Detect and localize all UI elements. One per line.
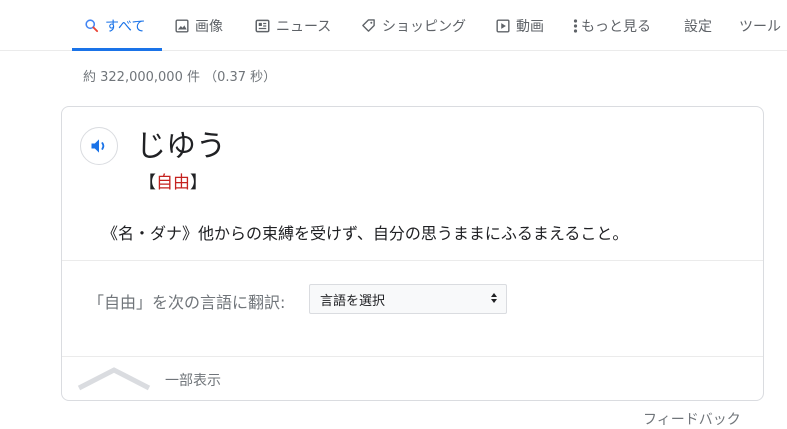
- image-icon: [175, 18, 189, 33]
- kanji-text: 自由: [156, 173, 190, 193]
- tab-label: 動画: [516, 18, 544, 35]
- definition-text: 《名・ダナ》他からの束縛を受けず、自分の思うままにふるまえること。: [102, 224, 629, 243]
- tab-tools[interactable]: ツール: [739, 0, 781, 51]
- kanji-bracket-open: 【: [139, 173, 156, 193]
- tab-videos[interactable]: 動画: [496, 0, 544, 51]
- tab-news[interactable]: ニュース: [255, 0, 331, 51]
- tag-icon: [361, 18, 376, 33]
- collapse-label: 一部表示: [165, 373, 221, 389]
- news-icon: [255, 19, 270, 33]
- tab-images[interactable]: 画像: [175, 0, 223, 51]
- play-icon: [496, 18, 510, 33]
- search-icon: [84, 18, 99, 33]
- pronunciation-button[interactable]: [80, 127, 118, 165]
- chevron-up-icon: [76, 365, 152, 395]
- tab-label: 画像: [195, 18, 223, 35]
- language-select[interactable]: 言語を選択: [309, 284, 507, 314]
- tab-label: ショッピング: [382, 18, 466, 35]
- language-select-value: 言語を選択: [320, 293, 386, 309]
- kanji-bracket-close: 】: [190, 173, 207, 193]
- search-tabs: すべて 画像 ニュース ショッピング 動画 もっと見る 設定 ツール: [0, 0, 787, 51]
- divider: [62, 260, 763, 261]
- tab-more[interactable]: もっと見る: [573, 0, 651, 51]
- dictionary-card: じゆう 【自由】 《名・ダナ》他からの束縛を受けず、自分の思うままにふるまえるこ…: [61, 106, 764, 401]
- tab-label: ツール: [739, 18, 781, 35]
- tab-label: 設定: [684, 18, 712, 35]
- tab-shopping[interactable]: ショッピング: [361, 0, 466, 51]
- select-arrows-icon: [490, 292, 498, 308]
- tab-settings[interactable]: 設定: [684, 0, 712, 51]
- more-vert-icon: [573, 18, 578, 33]
- result-stats: 約 322,000,000 件 （0.37 秒）: [83, 70, 277, 85]
- headword: じゆう: [136, 129, 226, 164]
- speaker-icon: [89, 136, 109, 156]
- tab-label: もっと見る: [581, 18, 651, 35]
- feedback-link[interactable]: フィードバック: [643, 409, 741, 429]
- collapse-toggle[interactable]: 一部表示: [62, 357, 763, 400]
- tab-label: ニュース: [276, 18, 332, 35]
- translate-label: 「自由」を次の言語に翻訳:: [88, 293, 286, 312]
- kanji-notation: 【自由】: [139, 168, 207, 193]
- tab-label: すべて: [105, 18, 146, 35]
- tab-all[interactable]: すべて: [72, 0, 162, 51]
